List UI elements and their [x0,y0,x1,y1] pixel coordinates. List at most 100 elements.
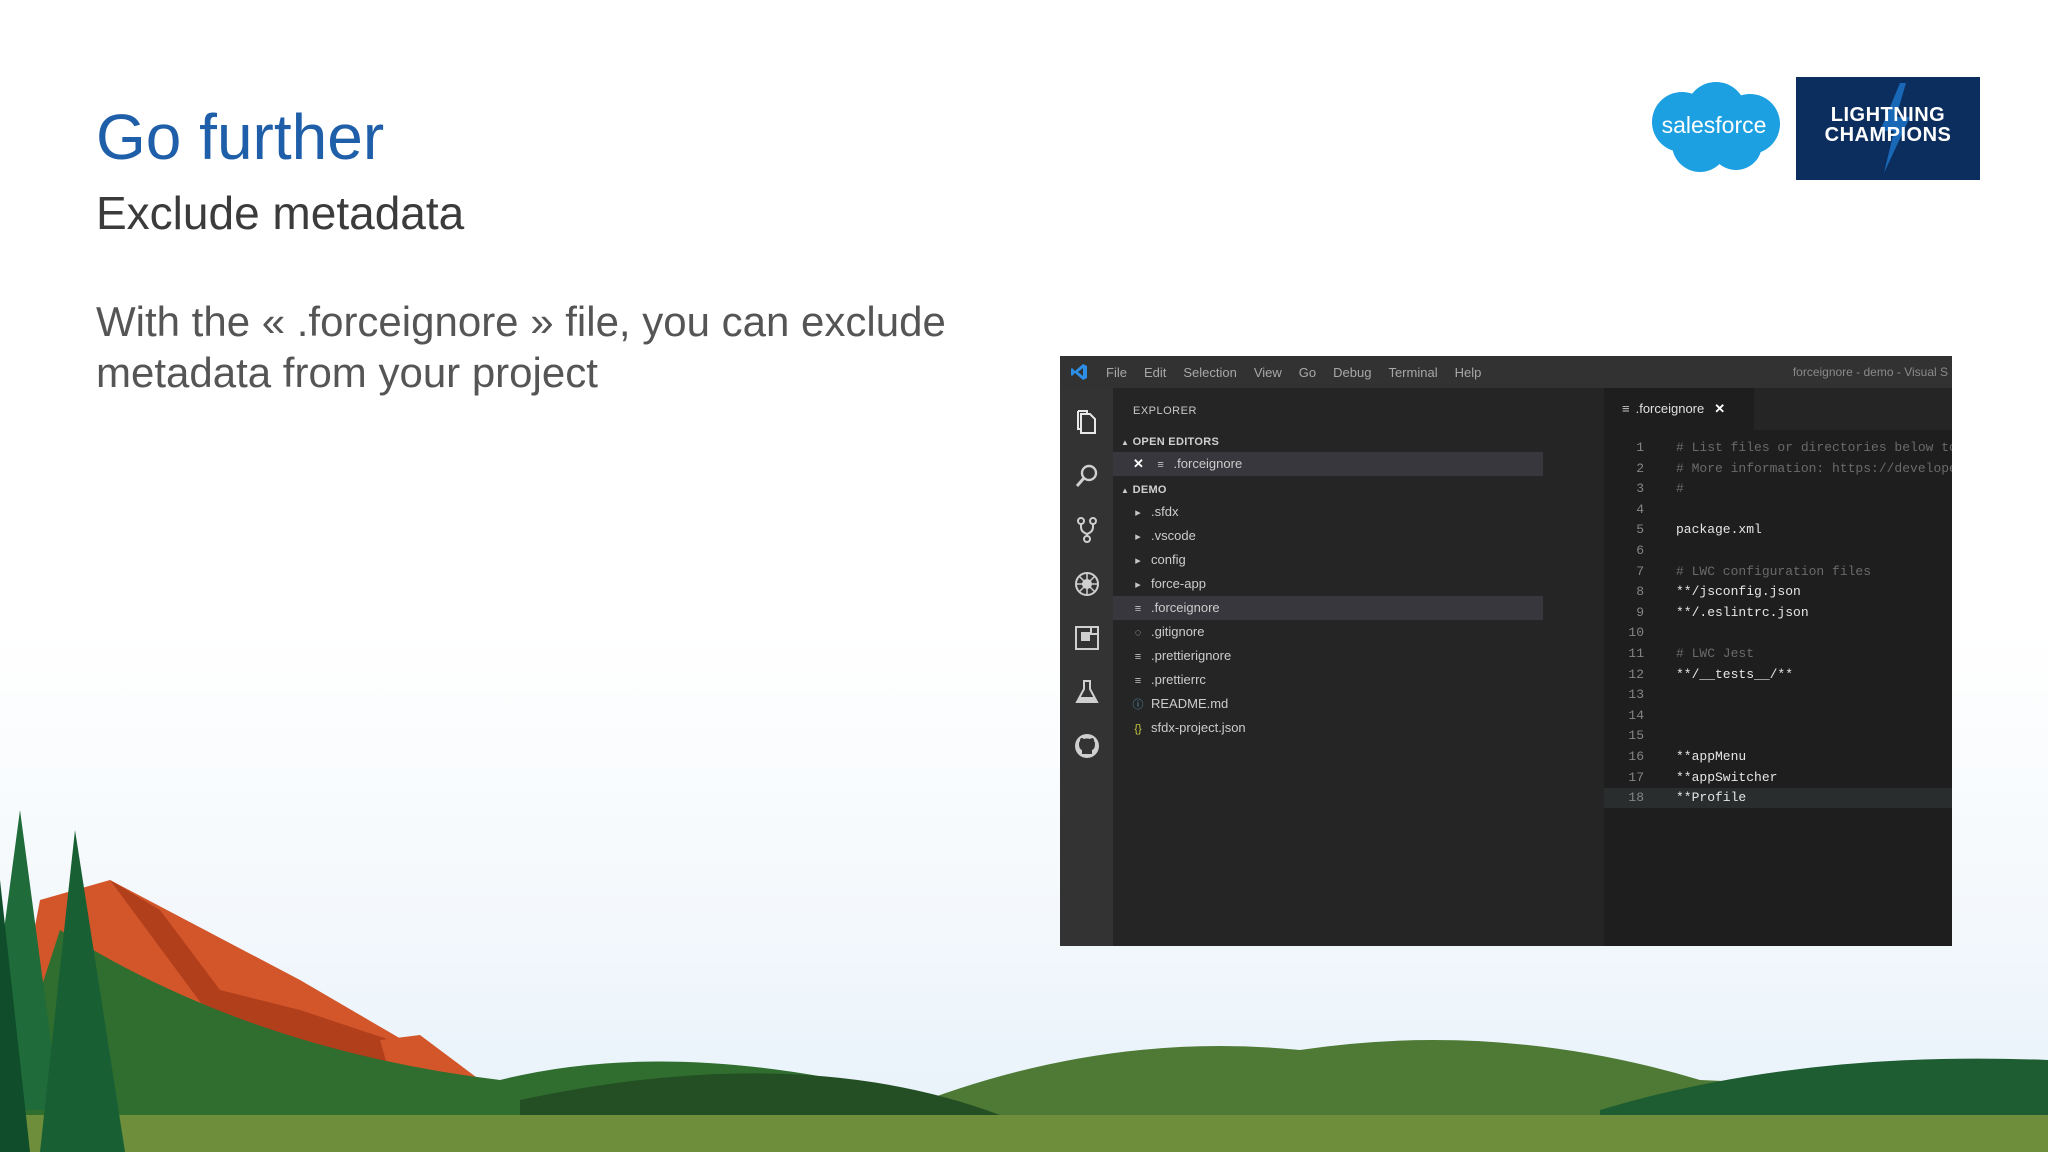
extensions-icon[interactable] [1073,624,1101,652]
tree-item[interactable]: ≡ .prettierignore [1113,644,1543,668]
open-editors-label: OPEN EDITORS [1132,436,1220,448]
tree-item[interactable]: ≡ .forceignore [1113,596,1543,620]
code-line: 5 package.xml [1604,520,1952,540]
line-number: 4 [1636,501,1644,517]
vscode-titlebar: File Edit Selection View Go Debug Termin… [1060,356,1952,388]
line-number: 5 [1636,522,1644,538]
tree-item[interactable]: ▸ .sfdx [1113,500,1543,524]
open-editor-item[interactable]: ✕ ≡ .forceignore [1113,452,1543,476]
code-line: 8 **/jsconfig.json [1604,582,1952,602]
lines-file-icon: ≡ [1157,459,1164,471]
tree-item[interactable]: ▸ config [1113,548,1543,572]
menu-view[interactable]: View [1254,365,1282,380]
vscode-menu-bar: File Edit Selection View Go Debug Termin… [1106,356,1481,388]
tree-item[interactable]: ≡ .prettierrc [1113,668,1543,692]
chevron-right-icon: ▸ [1135,531,1141,543]
line-text: # More information: https://developer.sa [1676,460,1952,476]
salesforce-logo-text: salesforce [1662,112,1767,138]
code-line: 12 **/__tests__/** [1604,665,1952,685]
lines-file-icon: ≡ [1134,675,1142,687]
tree-item-label: .sfdx [1151,504,1179,519]
lightning-champions-logo: LIGHTNING CHAMPIONS [1796,77,1980,180]
line-text: # LWC configuration files [1676,563,1872,579]
open-editors-section[interactable]: ▲ OPEN EDITORS [1121,436,1219,448]
champions-line-2: CHAMPIONS [1824,124,1952,146]
code-line: 6 [1604,541,1952,561]
github-icon[interactable] [1073,732,1101,760]
tree-item[interactable]: ▸ force-app [1113,572,1543,596]
project-section[interactable]: ▲ DEMO [1121,484,1167,496]
menu-edit[interactable]: Edit [1144,365,1166,380]
tree-item-label: sfdx-project.json [1151,720,1246,735]
code-line: 9 **/.eslintrc.json [1604,603,1952,623]
tree-item-label: .vscode [1151,528,1196,543]
menu-terminal[interactable]: Terminal [1388,365,1437,380]
close-icon[interactable]: ✕ [1133,456,1144,471]
line-number: 15 [1628,728,1644,744]
test-flask-icon[interactable] [1073,678,1101,706]
source-control-icon[interactable] [1073,516,1101,544]
line-text: **/jsconfig.json [1676,584,1801,600]
line-number: 10 [1628,625,1644,641]
tree-item[interactable]: ▸ .vscode [1113,524,1543,548]
code-line: 15 [1604,726,1952,746]
files-icon[interactable] [1073,408,1101,436]
info-file-icon: ⓘ [1132,699,1144,711]
chevron-down-icon: ▲ [1121,486,1130,495]
menu-selection[interactable]: Selection [1183,365,1236,380]
tree-item-label: .prettierrc [1151,672,1206,687]
code-line: 10 [1604,623,1952,643]
lines-file-icon: ≡ [1622,401,1630,416]
tree-item-label: .prettierignore [1151,648,1232,663]
line-number: 1 [1636,440,1644,455]
line-number: 6 [1636,543,1644,558]
tree-item-label: .forceignore [1151,600,1220,615]
line-number: 11 [1628,646,1644,661]
line-number: 7 [1636,563,1644,579]
chevron-right-icon: ▸ [1135,507,1141,519]
project-label: DEMO [1132,484,1167,496]
tree-item-label: config [1151,552,1186,567]
line-number: 8 [1636,584,1644,600]
tree-item-label: force-app [1151,576,1206,591]
json-file-icon: {} [1134,723,1142,735]
line-text: # List files or directories below to ig [1676,440,1952,455]
open-editor-filename: .forceignore [1173,456,1243,471]
line-number: 13 [1628,687,1644,703]
salesforce-logo: salesforce [1644,78,1784,176]
code-line: 2 # More information: https://developer.s… [1604,459,1952,479]
line-text: **appMenu [1676,749,1747,764]
slide-subtitle: Exclude metadata [96,187,465,239]
chevron-right-icon: ▸ [1135,555,1141,567]
code-line: 14 [1604,706,1952,726]
line-text: **/__tests__/** [1676,666,1794,682]
slide-body-text: With the « .forceignore » file, you can … [96,298,946,396]
line-text: # [1676,481,1684,497]
code-line: 4 [1604,500,1952,520]
line-number: 9 [1636,604,1644,620]
code-line: 7 # LWC configuration files [1604,562,1952,582]
tab-forceignore[interactable]: ≡ .forceignore ✕ [1604,388,1754,430]
lines-file-icon: ≡ [1134,651,1142,663]
line-number: 16 [1628,749,1644,764]
tree-item-label: README.md [1151,696,1229,711]
menu-debug[interactable]: Debug [1333,365,1371,380]
menu-file[interactable]: File [1106,365,1127,380]
tree-item-label: .gitignore [1151,624,1205,639]
menu-go[interactable]: Go [1299,365,1316,380]
menu-help[interactable]: Help [1455,365,1482,380]
vscode-logo-icon [1071,364,1087,380]
tree-item[interactable]: {} sfdx-project.json [1113,716,1543,740]
debug-icon[interactable] [1073,570,1101,598]
tree-item[interactable]: ⓘ README.md [1113,692,1543,716]
line-text: package.xml [1676,522,1762,538]
search-icon[interactable] [1073,462,1101,490]
code-line: 3 # [1604,479,1952,499]
close-icon[interactable]: ✕ [1714,401,1725,416]
tree-item[interactable]: ◌ .gitignore [1113,620,1543,644]
tab-label: .forceignore [1635,401,1705,416]
code-line: 16 **appMenu [1604,747,1952,767]
chevron-right-icon: ▸ [1135,579,1141,591]
code-line: 11 # LWC Jest [1604,644,1952,664]
line-number: 2 [1636,460,1644,476]
